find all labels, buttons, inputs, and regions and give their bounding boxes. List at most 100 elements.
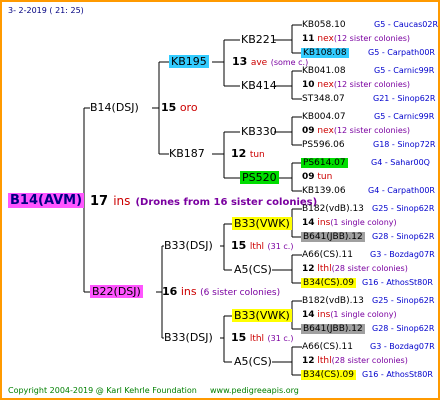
leaf-16-origin: G16 - AthosSt80R: [362, 370, 433, 379]
leaf-7: PS614.07: [301, 156, 348, 170]
root-note: (Drones from 16 sister colonies): [135, 197, 318, 208]
sire-dam-gen: 12: [231, 147, 247, 160]
sire-info: 15 oro: [161, 101, 198, 115]
leaf-1: KB058.10: [302, 18, 346, 32]
leaf-9-label: B182(vdB).13: [302, 204, 364, 214]
g3-a5cs-b: A5(CS): [234, 355, 272, 368]
leaf-5: KB004.07: [302, 110, 346, 124]
g4-b33vwk-a-info: 14 ins(1 single colony): [302, 216, 397, 230]
g3-a5cs-a: A5(CS): [234, 263, 272, 276]
dam-node: B22(DSJ): [90, 285, 143, 299]
dam-code: ins: [180, 285, 197, 298]
leaf-15-origin: G3 - Bozdag07R: [370, 342, 435, 351]
leaf-8-origin: G4 - Carpath00R: [368, 186, 435, 195]
g4-b33vwk-a-note: (1 single colony): [330, 218, 397, 227]
leaf-10-origin: G28 - Sinop62R: [372, 232, 435, 241]
leaf-10-label: B641(JBB).12: [301, 232, 365, 242]
leaf-7-origin: G4 - Sahar00Q: [371, 158, 430, 167]
g4-kb414-info: 10 nex(12 sister colonies): [302, 78, 410, 92]
sire-dam-info: 12 tun: [231, 147, 265, 162]
leaf-3-origin: G5 - Carnic99R: [374, 66, 435, 75]
root-info: 17 ins (Drones from 16 sister colonies): [90, 193, 317, 210]
dam-sire-info: 15 lthl (31 c.): [231, 239, 293, 254]
dam-label: B22(DSJ): [90, 285, 143, 298]
g4-b33vwk-b-info: 14 ins(1 single colony): [302, 308, 397, 322]
leaf-9: B182(vdB).13: [302, 202, 364, 216]
leaf-6: PS596.06: [302, 138, 345, 152]
leaf-4-label: ST348.07: [302, 94, 345, 104]
dam-dam-gen: 15: [231, 331, 247, 344]
leaf-11: A66(CS).11: [302, 248, 353, 262]
leaf-11-label: A66(CS).11: [302, 250, 353, 260]
leaf-12-label: B34(CS).09: [301, 278, 356, 288]
g4-a5cs-a-code: lthl: [317, 264, 332, 274]
leaf-15-label: A66(CS).11: [302, 342, 353, 352]
dam-dam-note: (31 c.): [267, 334, 294, 343]
dam-sire-node: B33(DSJ): [164, 239, 213, 253]
leaf-9-origin: G25 - Sinop62R: [372, 204, 435, 213]
leaf-3: KB041.08: [302, 64, 346, 78]
g4-a5cs-b-gen: 12: [302, 356, 315, 366]
g4-a5cs-a-info: 12 lthl(28 sister colonies): [302, 262, 408, 276]
leaf-16: B34(CS).09: [301, 368, 356, 382]
dam-sire-note: (31 c.): [267, 242, 294, 251]
leaf-14-label: B641(JBB).12: [301, 324, 365, 334]
sire-sire-label: KB195: [169, 55, 209, 68]
g4-a5cs-b-info: 12 lthl(28 sister colonies): [302, 354, 408, 368]
g4-a5cs-b-code: lthl: [317, 356, 332, 366]
sire-sire-code: ave: [250, 58, 268, 68]
g4-b33vwk-b-note: (1 single colony): [330, 310, 397, 319]
sire-dam-label: KB187: [169, 147, 205, 160]
leaf-13: B182(vdB).13: [302, 294, 364, 308]
root-code: ins: [113, 194, 131, 208]
leaf-3-label: KB041.08: [302, 66, 346, 76]
g4-ps520-code: tun: [317, 172, 333, 182]
g4-b33vwk-a-gen: 14: [302, 218, 315, 228]
g3-b33vwk-a: B33(VWK): [232, 217, 292, 231]
leaf-7-label: PS614.07: [301, 158, 348, 168]
leaf-16-label: B34(CS).09: [301, 370, 356, 380]
g4-kb221-info: 11 nex(12 sister colonies): [302, 32, 410, 46]
g4-kb221-code: nex: [317, 34, 334, 44]
g4-ps520-info: 09 tun: [302, 170, 332, 184]
leaf-1-origin: G5 - Caucas02R: [374, 20, 439, 29]
leaf-14: B641(JBB).12: [301, 322, 365, 336]
dam-sire-label: B33(DSJ): [164, 239, 213, 252]
g4-kb330-gen: 09: [302, 126, 315, 136]
sire-code: oro: [179, 101, 198, 114]
g4-a5cs-a-note: (28 sister colonies): [331, 264, 408, 273]
dam-note: (6 sister colonies): [200, 288, 281, 298]
dam-dam-code: lthl: [249, 334, 265, 344]
dam-dam-label: B33(DSJ): [164, 331, 213, 344]
root-label: B14(AVM): [8, 193, 85, 208]
g4-kb221-note: (12 sister colonies): [333, 34, 411, 43]
footer-site-link[interactable]: www.pedigreeapis.org: [210, 384, 299, 398]
footer-copyright: Copyright 2004-2019 @ Karl Kehrle Founda…: [8, 386, 197, 395]
leaf-4: ST348.07: [302, 92, 345, 106]
g4-kb330-code: nex: [317, 126, 334, 136]
g3-b33vwk-b: B33(VWK): [232, 309, 292, 323]
leaf-2-label: KB108.08: [301, 48, 349, 58]
sire-sire-info: 13 ave (some c.): [232, 55, 308, 70]
sire-dam-node: KB187: [169, 147, 205, 161]
g4-a5cs-b-note: (28 sister colonies): [331, 356, 408, 365]
g3-ps520: PS520: [240, 171, 279, 185]
sire-node: B14(DSJ): [90, 101, 139, 115]
g3-kb414: KB414: [241, 79, 277, 92]
leaf-1-label: KB058.10: [302, 20, 346, 30]
connector-a5cs-a: [272, 254, 302, 284]
leaf-14-origin: G28 - Sinop62R: [372, 324, 435, 333]
leaf-2-origin: G5 - Carpath00R: [368, 48, 435, 57]
g4-b33vwk-b-gen: 14: [302, 310, 315, 320]
dam-sire-code: lthl: [249, 242, 265, 252]
connector-kb414: [274, 70, 302, 100]
g3-b33vwk-a-label: B33(VWK): [232, 217, 292, 230]
sire-dam-code: tun: [249, 150, 265, 160]
pedigree-canvas: 3- 2-2019 ( 21: 25) B14(AVM) 17 ins (Dro…: [0, 0, 440, 400]
dam-dam-info: 15 lthl (31 c.): [231, 331, 293, 346]
g4-b33vwk-b-code: ins: [317, 310, 331, 320]
connector-kb221: [274, 24, 302, 54]
connector-a5cs-b: [272, 346, 302, 376]
sire-sire-node: KB195: [169, 55, 209, 69]
g3-b33vwk-b-label: B33(VWK): [232, 309, 292, 322]
